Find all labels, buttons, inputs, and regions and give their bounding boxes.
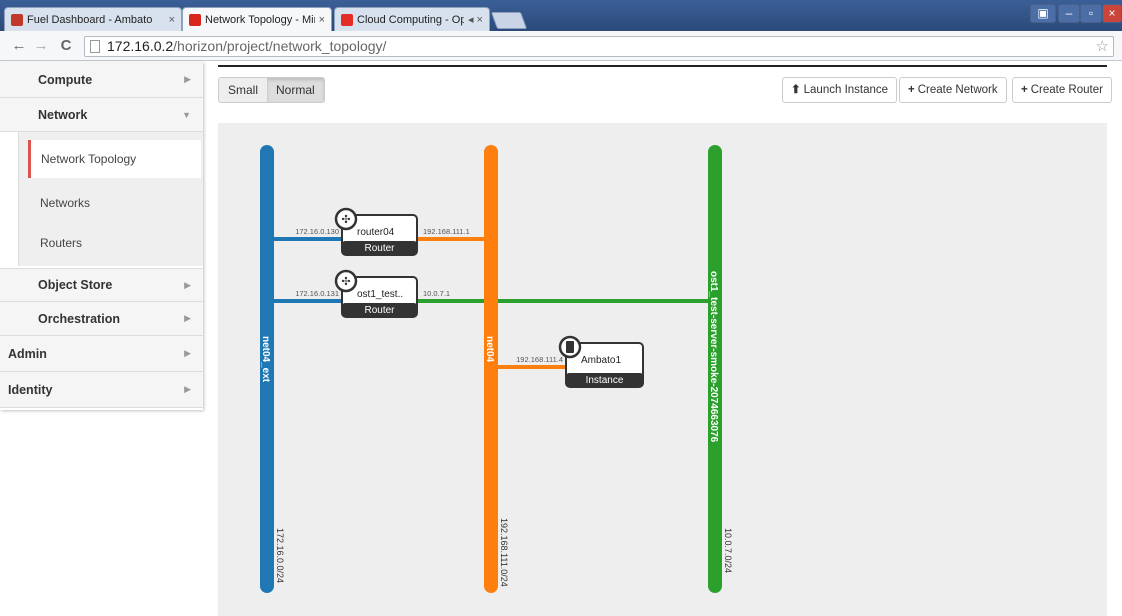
sidebar-link-networks[interactable]: Networks: [30, 184, 203, 222]
tab-label: Fuel Dashboard - Ambato: [27, 13, 153, 26]
device-name-label: Ambato1: [581, 355, 621, 366]
openstack-favicon-icon: [189, 14, 201, 26]
button-label: Launch Instance: [803, 84, 889, 96]
topology-size-toggle: Small Normal: [218, 77, 325, 103]
sidebar-item-compute[interactable]: Compute ▶: [0, 62, 203, 98]
url-host: 172.16.0.2: [107, 38, 174, 54]
link-ip-label: 10.0.7.1: [423, 289, 450, 298]
plus-icon: +: [908, 84, 915, 96]
device-name-label: router04: [357, 227, 395, 238]
sidebar-item-admin[interactable]: Admin ▶: [0, 336, 203, 372]
tab-label: Cloud Computing - Op: [357, 13, 464, 26]
link-ip-label: 192.168.111.1: [423, 227, 470, 236]
browser-tab-network-topology[interactable]: Network Topology - Miran ×: [182, 7, 332, 32]
tab-label: Network Topology - Miran: [205, 14, 315, 26]
sidebar-item-label: Admin: [8, 346, 47, 361]
network-cidr-label: 10.0.7.0/24: [723, 528, 733, 573]
sidebar-item-label: Network: [38, 107, 88, 122]
sidebar-item-label: Identity: [8, 382, 53, 397]
plus-icon: +: [1021, 84, 1028, 96]
browser-tab-cloud-computing[interactable]: Cloud Computing - Op ◂ ×: [334, 7, 490, 31]
sidebar-link-network-topology[interactable]: Network Topology: [28, 140, 201, 178]
network-bar[interactable]: [484, 145, 498, 593]
sidebar-item-orchestration[interactable]: Orchestration ▶: [0, 302, 203, 336]
browser-tab-bar: Fuel Dashboard - Ambato × Network Topolo…: [0, 0, 1122, 32]
device-type-label: Router: [364, 305, 395, 316]
device-name-label: ost1_test..: [357, 289, 403, 300]
close-window-button[interactable]: ×: [1102, 4, 1122, 23]
sidebar: Compute ▶ Network ▼ Network Topology Net…: [0, 62, 203, 410]
minimize-button[interactable]: –: [1058, 4, 1080, 23]
sidebar-item-identity[interactable]: Identity ▶: [0, 372, 203, 408]
sidebar-item-label: Object Store: [38, 278, 113, 292]
network-name-label: net04_ext: [260, 336, 271, 383]
sidebar-link-label: Networks: [40, 196, 91, 210]
sidebar-link-label: Network Topology: [41, 152, 137, 166]
chevron-right-icon: ▶: [184, 313, 191, 323]
page-icon: [90, 40, 100, 53]
topology-canvas: 172.16.0.130 192.168.111.1 172.16.0.131 10.…: [218, 123, 1107, 616]
sidebar-item-object-store[interactable]: Object Store ▶: [0, 268, 203, 302]
link-ip-label: 172.16.0.131: [295, 289, 339, 298]
chevron-right-icon: ▶: [184, 348, 191, 358]
link-ip-label: 172.16.0.130: [295, 227, 339, 236]
chevron-down-icon: ▼: [182, 109, 191, 120]
network-cidr-label: 172.16.0.0/24: [275, 528, 285, 583]
chevron-right-icon: ▶: [184, 279, 191, 290]
close-tab-icon[interactable]: ×: [319, 14, 325, 26]
close-tab-icon[interactable]: ◂ ×: [468, 13, 483, 26]
maximize-button[interactable]: ▫: [1080, 4, 1102, 23]
network-name-label: ost1_test-server-smoke-2074663076: [708, 271, 719, 443]
browser-tab-fuel-dashboard[interactable]: Fuel Dashboard - Ambato ×: [4, 7, 182, 31]
sidebar-item-label: Orchestration: [38, 311, 120, 326]
size-small-button[interactable]: Small: [219, 78, 268, 102]
address-bar: ← → C 172.16.0.2/horizon/project/network…: [0, 31, 1122, 61]
forward-arrow-icon[interactable]: →: [32, 37, 50, 54]
url-input[interactable]: 172.16.0.2/horizon/project/network_topol…: [84, 36, 1114, 57]
sidebar-link-routers[interactable]: Routers: [30, 224, 203, 262]
topology-graph: 172.16.0.130 192.168.111.1 172.16.0.131 10.…: [260, 145, 733, 593]
chevron-right-icon: ▶: [184, 384, 191, 394]
sidebar-item-label: Compute: [38, 72, 93, 87]
fuel-favicon-icon: [11, 13, 23, 26]
button-label: Create Router: [1030, 84, 1103, 96]
reload-icon[interactable]: C: [57, 37, 75, 54]
network-cidr-label: 192.168.111.0/24: [499, 518, 509, 587]
network-name-label: net04: [484, 336, 495, 363]
launch-instance-button[interactable]: ⬆ Launch Instance: [782, 77, 898, 103]
chevron-right-icon: ▶: [184, 74, 191, 84]
cloud-upload-icon: ⬆: [791, 84, 801, 96]
server-glyph: [566, 341, 574, 353]
link-ip-label: 192.168.111.4: [516, 355, 563, 364]
bookmark-star-icon[interactable]: ☆: [1096, 37, 1109, 56]
window-profile-icon[interactable]: ▣: [1030, 4, 1056, 23]
router-glyph: ✣: [341, 213, 350, 226]
back-arrow-icon[interactable]: ←: [10, 37, 28, 54]
router-glyph: ✣: [341, 275, 350, 288]
sidebar-link-label: Routers: [40, 236, 83, 250]
new-tab-button[interactable]: [490, 12, 528, 29]
sidebar-item-network[interactable]: Network ▼: [0, 98, 203, 132]
size-normal-button[interactable]: Normal: [267, 78, 324, 102]
header-divider: [218, 65, 1107, 67]
button-label: Create Network: [917, 84, 998, 96]
create-network-button[interactable]: + Create Network: [899, 77, 1007, 103]
device-type-label: Instance: [586, 375, 624, 386]
youtube-favicon-icon: [341, 13, 353, 26]
device-type-label: Router: [364, 243, 395, 254]
create-router-button[interactable]: + Create Router: [1012, 77, 1112, 103]
url-path: /horizon/project/network_topology/: [173, 38, 387, 54]
close-tab-icon[interactable]: ×: [169, 14, 175, 26]
